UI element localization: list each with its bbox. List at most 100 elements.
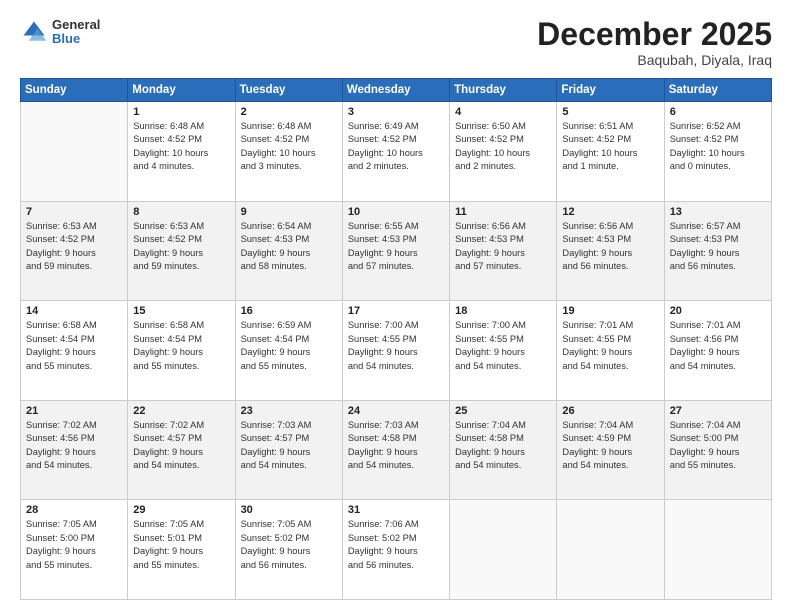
day-info: Sunrise: 6:49 AMSunset: 4:52 PMDaylight:… [348,120,444,174]
calendar-week-3: 21 Sunrise: 7:02 AMSunset: 4:56 PMDayligh… [21,400,772,500]
day-number: 10 [348,206,444,218]
calendar-cell: 27Sunrise: 7:04 AMSunset: 5:00 PMDayligh… [664,400,771,500]
day-number: 19 [562,305,658,317]
day-number: 16 [241,305,337,317]
day-info: Sunrise: 6:54 AMSunset: 4:53 PMDaylight:… [241,220,337,274]
day-info: Sunrise: 7:00 AMSunset: 4:55 PMDaylight:… [348,319,444,373]
day-number: 26 [562,405,658,417]
day-info: Sunrise: 7:03 AMSunset: 4:58 PMDaylight:… [348,419,444,473]
calendar-cell: 8 Sunrise: 6:53 AMSunset: 4:52 PMDaylight… [128,201,235,301]
day-info: Sunrise: 7:05 AMSunset: 5:00 PMDaylight:… [26,518,122,572]
calendar-cell: 22 Sunrise: 7:02 AMSunset: 4:57 PMDayligh… [128,400,235,500]
day-number: 25 [455,405,551,417]
day-number: 9 [241,206,337,218]
calendar-cell: 20 Sunrise: 7:01 AMSunset: 4:56 PMDayligh… [664,301,771,401]
day-info: Sunrise: 6:53 AMSunset: 4:52 PMDaylight:… [133,220,229,274]
day-info: Sunrise: 7:02 AMSunset: 4:57 PMDaylight:… [133,419,229,473]
day-number: 11 [455,206,551,218]
header-tuesday: Tuesday [235,79,342,102]
day-number: 24 [348,405,444,417]
day-number: 29 [133,504,229,516]
day-info: Sunrise: 6:51 AMSunset: 4:52 PMDaylight:… [562,120,658,174]
page: General Blue December 2025 Baqubah, Diya… [0,0,792,612]
day-info: Sunrise: 6:52 AMSunset: 4:52 PMDaylight:… [670,120,766,174]
calendar-cell: 23 Sunrise: 7:03 AMSunset: 4:57 PMDayligh… [235,400,342,500]
day-number: 15 [133,305,229,317]
day-info: Sunrise: 6:50 AMSunset: 4:52 PMDaylight:… [455,120,551,174]
day-number: 30 [241,504,337,516]
calendar-cell: 14 Sunrise: 6:58 AMSunset: 4:54 PMDayligh… [21,301,128,401]
day-info: Sunrise: 6:59 AMSunset: 4:54 PMDaylight:… [241,319,337,373]
calendar-cell: 26Sunrise: 7:04 AMSunset: 4:59 PMDayligh… [557,400,664,500]
header-saturday: Saturday [664,79,771,102]
logo-icon [20,18,48,46]
header-thursday: Thursday [450,79,557,102]
day-number: 4 [455,106,551,118]
day-info: Sunrise: 6:57 AMSunset: 4:53 PMDaylight:… [670,220,766,274]
calendar-cell: 10 Sunrise: 6:55 AMSunset: 4:53 PMDayligh… [342,201,449,301]
calendar-cell: 25 Sunrise: 7:04 AMSunset: 4:58 PMDayligh… [450,400,557,500]
calendar-week-1: 7 Sunrise: 6:53 AMSunset: 4:52 PMDaylight… [21,201,772,301]
day-info: Sunrise: 6:58 AMSunset: 4:54 PMDaylight:… [26,319,122,373]
calendar-cell: 15 Sunrise: 6:58 AMSunset: 4:54 PMDayligh… [128,301,235,401]
day-info: Sunrise: 7:06 AMSunset: 5:02 PMDaylight:… [348,518,444,572]
calendar-cell: 28 Sunrise: 7:05 AMSunset: 5:00 PMDayligh… [21,500,128,600]
day-info: Sunrise: 7:04 AMSunset: 4:58 PMDaylight:… [455,419,551,473]
calendar-cell [450,500,557,600]
calendar-cell: 30 Sunrise: 7:05 AMSunset: 5:02 PMDayligh… [235,500,342,600]
calendar-cell: 11 Sunrise: 6:56 AMSunset: 4:53 PMDayligh… [450,201,557,301]
calendar-cell: 17Sunrise: 7:00 AMSunset: 4:55 PMDayligh… [342,301,449,401]
day-info: Sunrise: 7:01 AMSunset: 4:56 PMDaylight:… [670,319,766,373]
calendar-cell: 2 Sunrise: 6:48 AMSunset: 4:52 PMDaylight… [235,102,342,202]
location-subtitle: Baqubah, Diyala, Iraq [537,52,772,68]
day-info: Sunrise: 6:58 AMSunset: 4:54 PMDaylight:… [133,319,229,373]
day-info: Sunrise: 6:56 AMSunset: 4:53 PMDaylight:… [455,220,551,274]
day-number: 21 [26,405,122,417]
day-number: 28 [26,504,122,516]
logo-blue-text: Blue [52,32,100,46]
calendar-week-2: 14 Sunrise: 6:58 AMSunset: 4:54 PMDayligh… [21,301,772,401]
month-title: December 2025 [537,18,772,50]
title-block: December 2025 Baqubah, Diyala, Iraq [537,18,772,68]
calendar-cell [664,500,771,600]
day-number: 27 [670,405,766,417]
calendar-table: SundayMondayTuesdayWednesdayThursdayFrid… [20,78,772,600]
day-number: 2 [241,106,337,118]
day-number: 18 [455,305,551,317]
day-info: Sunrise: 6:48 AMSunset: 4:52 PMDaylight:… [241,120,337,174]
day-info: Sunrise: 7:01 AMSunset: 4:55 PMDaylight:… [562,319,658,373]
calendar-header-row: SundayMondayTuesdayWednesdayThursdayFrid… [21,79,772,102]
day-info: Sunrise: 7:02 AMSunset: 4:56 PMDaylight:… [26,419,122,473]
day-info: Sunrise: 7:03 AMSunset: 4:57 PMDaylight:… [241,419,337,473]
day-number: 20 [670,305,766,317]
header-friday: Friday [557,79,664,102]
day-number: 6 [670,106,766,118]
header-wednesday: Wednesday [342,79,449,102]
day-number: 3 [348,106,444,118]
calendar-cell: 31 Sunrise: 7:06 AMSunset: 5:02 PMDayligh… [342,500,449,600]
day-number: 7 [26,206,122,218]
day-number: 22 [133,405,229,417]
calendar-cell: 29 Sunrise: 7:05 AMSunset: 5:01 PMDayligh… [128,500,235,600]
day-number: 31 [348,504,444,516]
day-info: Sunrise: 7:05 AMSunset: 5:01 PMDaylight:… [133,518,229,572]
calendar-cell: 7Sunrise: 6:53 AMSunset: 4:52 PMDaylight… [21,201,128,301]
calendar-week-0: 1Sunrise: 6:48 AMSunset: 4:52 PMDaylight… [21,102,772,202]
logo: General Blue [20,18,100,47]
day-info: Sunrise: 6:55 AMSunset: 4:53 PMDaylight:… [348,220,444,274]
calendar-cell: 12Sunrise: 6:56 AMSunset: 4:53 PMDayligh… [557,201,664,301]
day-info: Sunrise: 7:00 AMSunset: 4:55 PMDaylight:… [455,319,551,373]
header-sunday: Sunday [21,79,128,102]
day-number: 14 [26,305,122,317]
day-number: 23 [241,405,337,417]
day-info: Sunrise: 7:05 AMSunset: 5:02 PMDaylight:… [241,518,337,572]
calendar-cell: 24 Sunrise: 7:03 AMSunset: 4:58 PMDayligh… [342,400,449,500]
header: General Blue December 2025 Baqubah, Diya… [20,18,772,68]
calendar-cell: 21 Sunrise: 7:02 AMSunset: 4:56 PMDayligh… [21,400,128,500]
calendar-cell: 18 Sunrise: 7:00 AMSunset: 4:55 PMDayligh… [450,301,557,401]
logo-text: General Blue [52,18,100,47]
header-monday: Monday [128,79,235,102]
day-number: 8 [133,206,229,218]
day-number: 13 [670,206,766,218]
day-info: Sunrise: 6:56 AMSunset: 4:53 PMDaylight:… [562,220,658,274]
